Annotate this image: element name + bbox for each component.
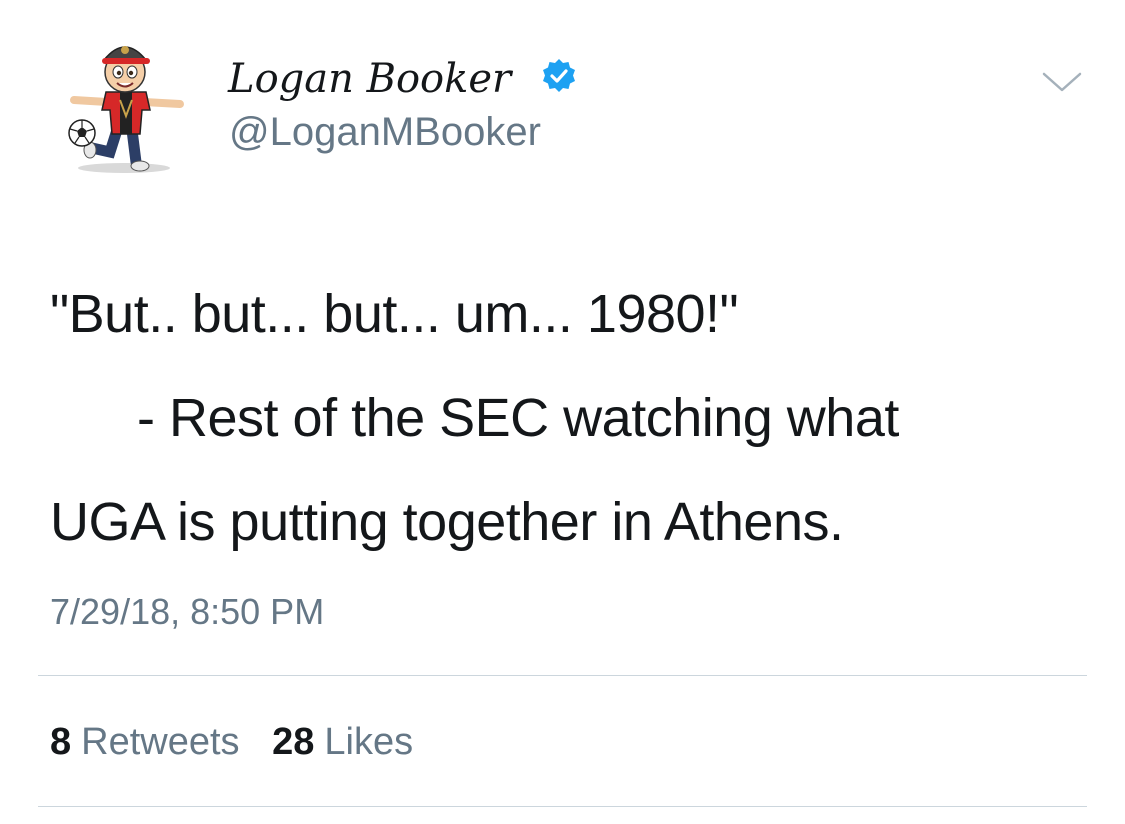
display-name[interactable]: Logan Booker [228,55,511,103]
tweet-timestamp[interactable]: 7/29/18, 8:50 PM [50,588,324,636]
tweet-text: "But.. but... but... um... 1980!" - Rest… [50,262,1090,574]
retweets-count: 8 [50,721,72,763]
tweet-stats: 8 Retweets 28 Likes [50,716,435,768]
retweets-label: Retweets [81,721,240,763]
user-handle[interactable]: @LoganMBooker [229,108,541,156]
avatar[interactable] [62,30,192,180]
verified-badge-icon [541,58,577,94]
chevron-down-icon[interactable] [1040,68,1084,98]
divider [38,675,1087,676]
divider [38,806,1087,807]
likes-count: 28 [272,721,315,763]
likes-stat[interactable]: 28 Likes [272,716,413,768]
likes-label: Likes [324,721,414,763]
retweets-stat[interactable]: 8 Retweets [50,716,240,768]
tweet-text-line: "But.. but... but... um... 1980!" [50,284,739,344]
cartoon-soccer-player-avatar-icon [68,46,184,173]
tweet-text-line: UGA is putting together in Athens. [50,492,844,552]
tweet-text-line: - Rest of the SEC watching what [50,388,899,448]
